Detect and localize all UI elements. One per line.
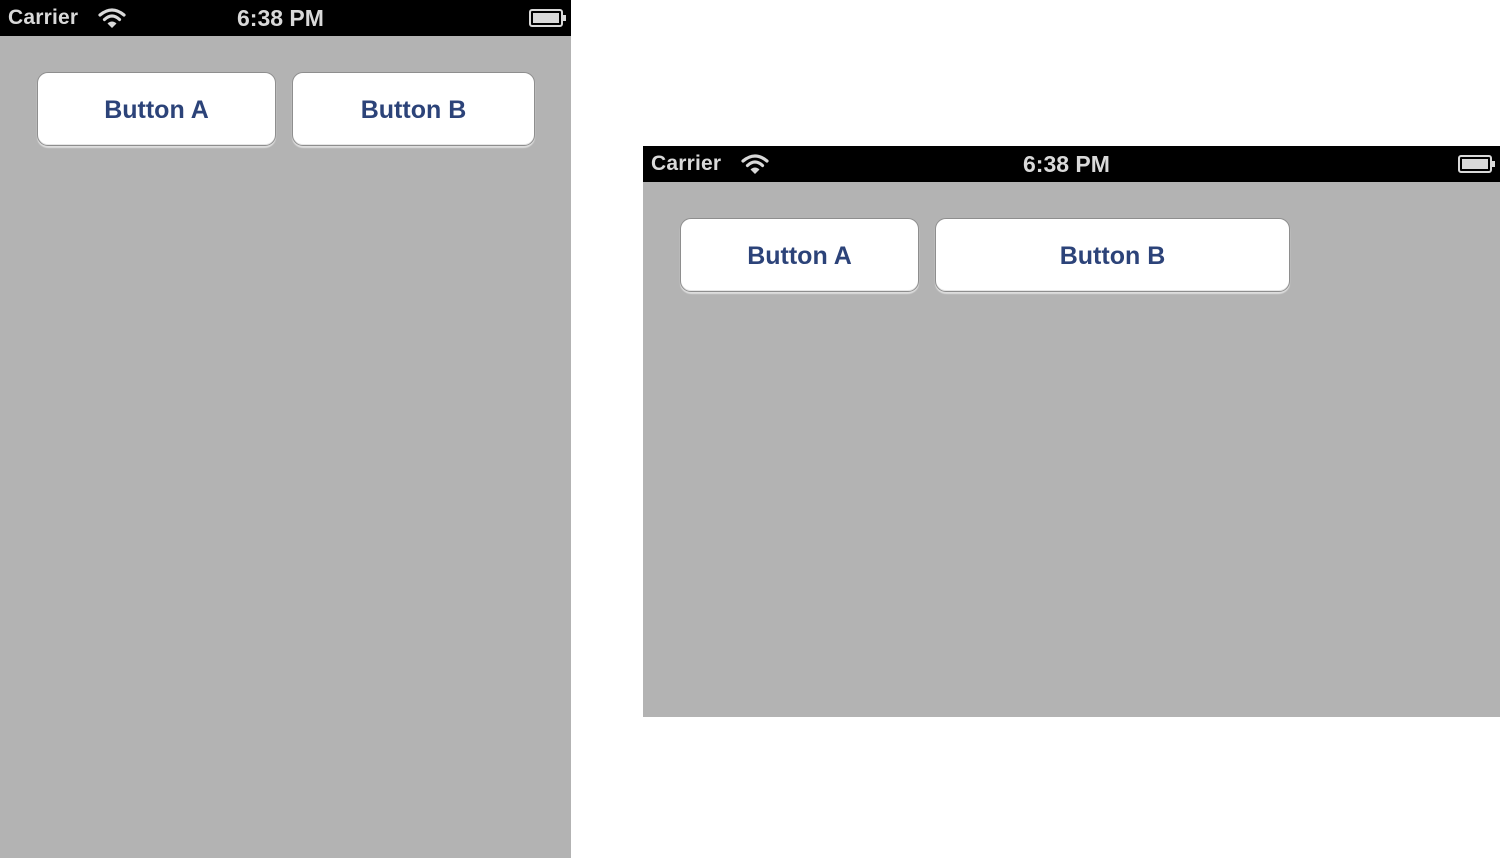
status-time: 6:38 PM <box>1023 151 1110 177</box>
status-time: 6:38 PM <box>237 5 324 31</box>
carrier-label: Carrier <box>651 152 722 175</box>
simulator-screen-landscape: Carrier 6:38 PM Button A Button B <box>643 146 1500 717</box>
status-bar: Carrier 6:38 PM <box>643 146 1500 182</box>
button-a[interactable]: Button A <box>680 218 919 292</box>
battery-icon <box>529 9 566 27</box>
button-b[interactable]: Button B <box>292 72 535 146</box>
wifi-icon <box>741 154 769 174</box>
wifi-icon <box>98 8 126 28</box>
simulator-screen-portrait: Carrier 6:38 PM Button A Button B <box>0 0 571 858</box>
battery-icon <box>1458 155 1495 173</box>
button-b[interactable]: Button B <box>935 218 1290 292</box>
carrier-label: Carrier <box>8 6 79 29</box>
button-a[interactable]: Button A <box>37 72 276 146</box>
status-bar: Carrier 6:38 PM <box>0 0 571 36</box>
